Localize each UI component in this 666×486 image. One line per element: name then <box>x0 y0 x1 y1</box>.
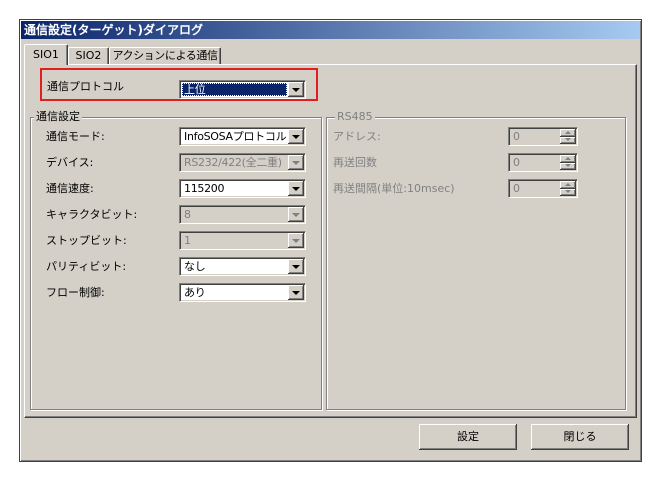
spin-up-icon <box>565 131 571 134</box>
device-value: RS232/422(全二重) <box>184 156 282 169</box>
data-bits-dropdown[interactable]: 8 <box>179 205 306 224</box>
device-dropdown-button[interactable] <box>288 155 304 170</box>
tab-label: アクションによる通信 <box>112 49 218 62</box>
retry-interval-label: 再送間隔(単位:10msec) <box>333 182 455 195</box>
retry-interval-value: 0 <box>513 182 520 195</box>
address-spin-up-button[interactable] <box>560 129 576 137</box>
tab-label: SIO1 <box>33 48 59 61</box>
apply-button[interactable]: 設定 <box>419 424 517 450</box>
rs485-caption: RS485 <box>335 110 375 124</box>
stop-bits-dropdown-button[interactable] <box>288 233 304 248</box>
parity-dropdown-button[interactable] <box>288 259 304 274</box>
chevron-down-icon <box>292 135 300 139</box>
retry-count-spin-up-button[interactable] <box>560 155 576 163</box>
baud-rate-dropdown-button[interactable] <box>288 181 304 196</box>
stop-bits-label: ストップビット: <box>46 234 127 247</box>
baud-rate-label: 通信速度: <box>46 182 94 195</box>
parity-value: なし <box>184 260 206 273</box>
comm-mode-label: 通信モード: <box>46 130 105 143</box>
chevron-down-icon <box>292 265 300 269</box>
dialog-window: 通信設定(ターゲット)ダイアログ SIO1 SIO2 アクションによる通信 通信… <box>19 19 642 462</box>
data-bits-value: 8 <box>184 208 191 221</box>
protocol-dropdown-button[interactable] <box>288 82 304 97</box>
comm-mode-dropdown[interactable]: InfoSOSAプロトコル <box>179 127 306 146</box>
tab-panel-sio1: 通信プロトコル 上位 通信設定 通信モード: InfoSOSAプロトコル デバイ… <box>24 64 637 418</box>
stop-bits-dropdown[interactable]: 1 <box>179 231 306 250</box>
protocol-label: 通信プロトコル <box>47 80 124 93</box>
retry-count-spin-down-button[interactable] <box>560 163 576 170</box>
flow-control-label: フロー制御: <box>46 286 105 299</box>
retry-count-spinbox[interactable]: 0 <box>508 153 578 172</box>
address-value: 0 <box>513 130 520 143</box>
device-dropdown[interactable]: RS232/422(全二重) <box>179 153 306 172</box>
address-label: アドレス: <box>333 130 381 143</box>
comm-mode-value: InfoSOSAプロトコル <box>184 130 287 143</box>
comm-settings-group: 通信設定 通信モード: InfoSOSAプロトコル デバイス: RS232/42… <box>30 110 322 410</box>
spin-up-icon <box>565 183 571 186</box>
baud-rate-value: 115200 <box>184 182 225 195</box>
retry-count-value: 0 <box>513 156 520 169</box>
comm-mode-dropdown-button[interactable] <box>288 129 304 144</box>
chevron-down-icon <box>292 187 300 191</box>
flow-control-dropdown-button[interactable] <box>288 285 304 300</box>
tab-label: SIO2 <box>75 49 102 62</box>
flow-control-dropdown[interactable]: あり <box>179 283 306 302</box>
baud-rate-dropdown[interactable]: 115200 <box>179 179 306 198</box>
close-button[interactable]: 閉じる <box>531 424 629 450</box>
data-bits-label: キャラクタビット: <box>46 208 138 221</box>
retry-interval-spin-down-button[interactable] <box>560 189 576 196</box>
chevron-down-icon <box>292 291 300 295</box>
chevron-down-icon <box>292 88 300 92</box>
window-title: 通信設定(ターゲット)ダイアログ <box>24 23 203 37</box>
parity-dropdown[interactable]: なし <box>179 257 306 276</box>
title-bar[interactable]: 通信設定(ターゲット)ダイアログ <box>21 21 640 39</box>
chevron-down-icon <box>292 239 300 243</box>
chevron-down-icon <box>292 213 300 217</box>
protocol-dropdown[interactable]: 上位 <box>179 80 306 99</box>
stop-bits-value: 1 <box>184 234 191 247</box>
tab-sio2[interactable]: SIO2 <box>68 47 109 64</box>
tab-action-comm[interactable]: アクションによる通信 <box>109 47 221 64</box>
tab-sio1[interactable]: SIO1 <box>24 44 68 65</box>
retry-count-label: 再送回数 <box>333 156 377 169</box>
retry-interval-spinbox[interactable]: 0 <box>508 179 578 198</box>
address-spin-down-button[interactable] <box>560 137 576 144</box>
spin-down-icon <box>565 190 571 193</box>
data-bits-dropdown-button[interactable] <box>288 207 304 222</box>
retry-interval-spin-up-button[interactable] <box>560 181 576 189</box>
spin-up-icon <box>565 157 571 160</box>
spin-down-icon <box>565 164 571 167</box>
comm-settings-caption: 通信設定 <box>34 110 82 124</box>
chevron-down-icon <box>292 161 300 165</box>
rs485-group: RS485 アドレス: 0 再送回数 0 再送間隔(単位:10msec) 0 <box>326 110 626 410</box>
spin-down-icon <box>565 138 571 141</box>
device-label: デバイス: <box>46 156 94 169</box>
flow-control-value: あり <box>184 286 206 299</box>
address-spinbox[interactable]: 0 <box>508 127 578 146</box>
parity-label: パリティビット: <box>46 260 127 273</box>
protocol-value: 上位 <box>182 83 287 96</box>
